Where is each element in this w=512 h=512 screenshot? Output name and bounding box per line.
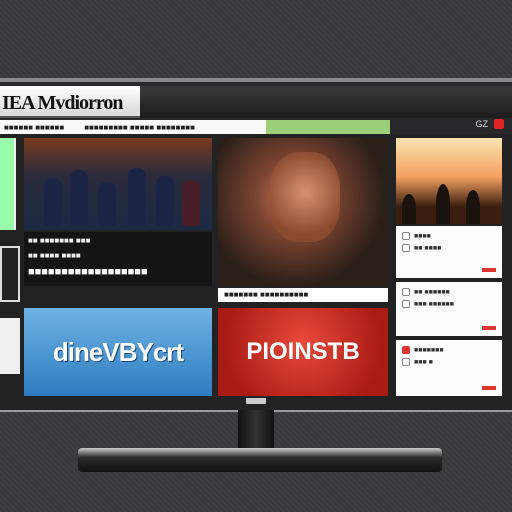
promo-logo: dineVBYcrt <box>52 336 184 367</box>
promo-tile-blue[interactable]: dineVBYcrt <box>24 308 212 396</box>
card-accent-bar <box>482 386 496 390</box>
side-card[interactable]: ■■ ■■■■■■ ■■■ ■■■■■■ <box>396 282 502 336</box>
share-icon <box>402 232 410 240</box>
tool-label[interactable]: GZ <box>476 119 489 129</box>
caption-headline[interactable]: ■■■■■■■■■■■■■■■■■■ <box>28 266 208 278</box>
share-icon <box>402 288 410 296</box>
play-icon <box>402 244 410 252</box>
monitor-stand-base <box>78 448 442 472</box>
person-figure <box>156 176 174 226</box>
promo-logo: PIOINSTB <box>246 338 360 365</box>
play-icon <box>402 346 410 354</box>
close-icon[interactable] <box>494 119 504 129</box>
tree-silhouette <box>402 194 416 224</box>
person-figure <box>44 178 62 226</box>
caption-line: ■■ ■■■■ ■■■■ <box>28 251 81 260</box>
person-figure <box>128 168 146 226</box>
person-figure <box>70 170 88 226</box>
card-text: ■■ ■■■■ <box>414 244 442 252</box>
card-text: ■■■■■■■ <box>414 346 444 354</box>
titlebar-dark-region <box>140 86 512 118</box>
nav-item[interactable]: ■■■■■■■■■ ■■■■■ ■■■■■■■■ <box>84 123 195 132</box>
tree-silhouette <box>436 184 450 224</box>
side-card[interactable]: ■■■■ ■■ ■■■■ <box>396 226 502 278</box>
side-card[interactable]: ■■■■■■■ ■■■ ■ <box>396 340 502 396</box>
list-icon <box>402 358 410 366</box>
nav-highlight <box>266 120 390 134</box>
play-icon <box>402 300 410 308</box>
promo-tile-red[interactable]: PIOINSTB <box>218 308 388 396</box>
monitor-frame: IEA Mvdiorron GZ ■■■■■■ ■■■■■■ ■■■■■■■■■… <box>0 78 512 412</box>
card-text: ■■■ ■■■■■■ <box>414 300 454 308</box>
thumbnail-tile[interactable] <box>0 246 20 302</box>
thumbnail-tile[interactable] <box>0 138 16 230</box>
card-accent-bar <box>482 326 496 330</box>
card-text: ■■■■ <box>414 232 431 240</box>
portrait-video-tile[interactable] <box>218 138 388 286</box>
feature-video-tile[interactable] <box>24 138 212 230</box>
card-text: ■■■ ■ <box>414 358 433 366</box>
person-figure <box>182 180 200 226</box>
caption-line: ■■ ■■■■■■■ ■■■ <box>28 236 91 245</box>
portrait-caption[interactable]: ■■■■■■■ ■■■■■■■■■■ <box>218 288 388 302</box>
tree-silhouette <box>466 190 480 224</box>
nav-item[interactable]: ■■■■■■ ■■■■■■ <box>4 123 64 132</box>
titlebar-tools: GZ <box>476 119 504 129</box>
person-figure <box>98 182 116 226</box>
card-text: ■■ ■■■■■■ <box>414 288 450 296</box>
brand-badge <box>246 398 266 404</box>
face-image <box>270 152 340 242</box>
card-accent-bar <box>482 268 496 272</box>
content-grid: ■■ ■■■■■■■ ■■■ ■■ ■■■■ ■■■■ ■■■■■■■■■■■■… <box>0 134 512 410</box>
sunset-thumbnail[interactable] <box>396 138 502 224</box>
feature-caption: ■■ ■■■■■■■ ■■■ ■■ ■■■■ ■■■■ ■■■■■■■■■■■■… <box>24 232 212 286</box>
app-title: IEA Mvdiorron <box>2 92 124 114</box>
thumbnail-tile[interactable] <box>0 318 20 374</box>
